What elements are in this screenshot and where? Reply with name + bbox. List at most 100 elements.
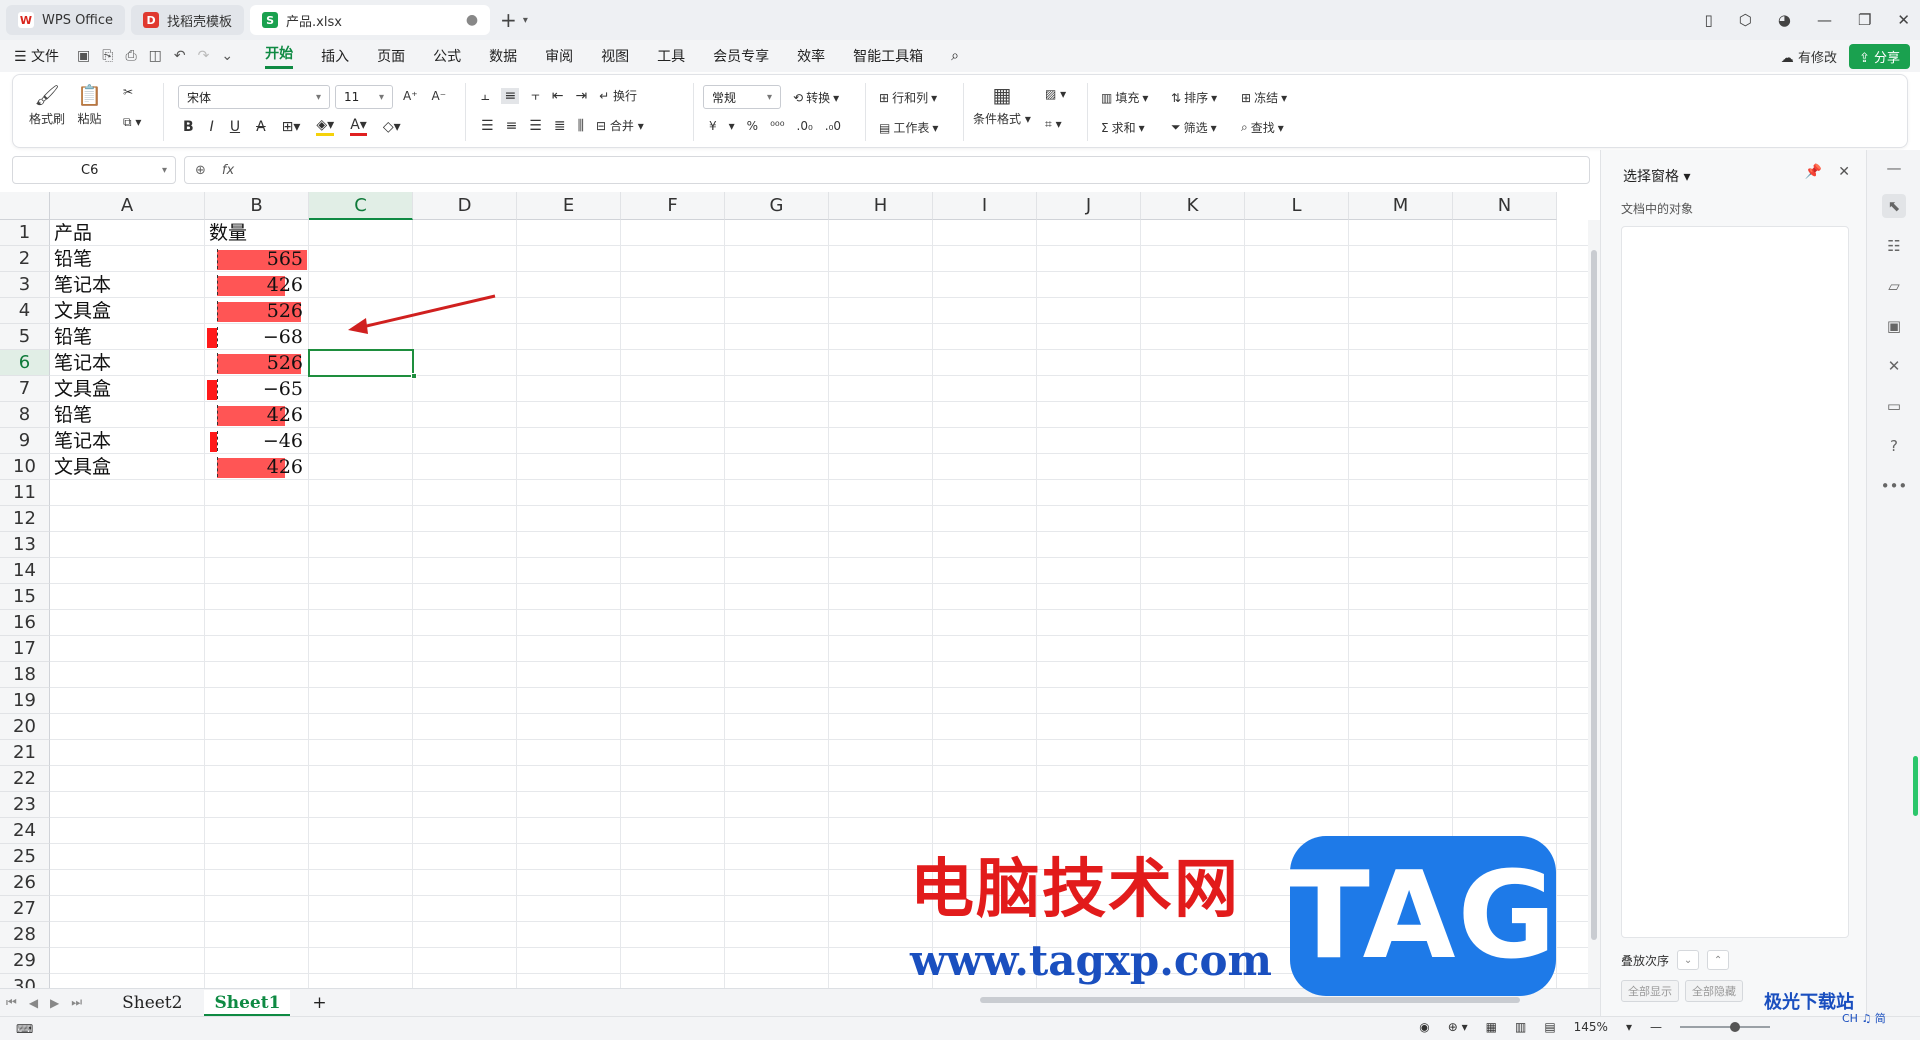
cell-b4[interactable]: 526: [207, 298, 303, 324]
pane-title[interactable]: 选择窗格 ▾: [1623, 166, 1690, 186]
cursor-select-icon[interactable]: ⬉: [1882, 194, 1906, 218]
row-header-10[interactable]: 10: [0, 454, 50, 480]
menu-formula[interactable]: 公式: [433, 46, 461, 66]
cell-b3[interactable]: 426: [207, 272, 303, 298]
cube-icon[interactable]: ⬡: [1739, 11, 1752, 29]
font-color-icon[interactable]: A▾: [350, 117, 367, 136]
find-button[interactable]: ⌕ 查找 ▾: [1241, 119, 1284, 136]
row-header-7[interactable]: 7: [0, 376, 50, 402]
tab-docer[interactable]: D 找稻壳模板: [131, 5, 245, 35]
row-header-22[interactable]: 22: [0, 766, 50, 792]
eye-protection-icon[interactable]: ◉: [1419, 1020, 1429, 1034]
search-icon[interactable]: ⌕: [951, 48, 959, 64]
menu-insert[interactable]: 插入: [321, 46, 349, 66]
new-tab-button[interactable]: +: [500, 8, 517, 32]
chevron-down-icon[interactable]: ▾: [729, 119, 735, 133]
row-header-6[interactable]: 6: [0, 350, 50, 376]
prev-sheet-icon[interactable]: ◀: [29, 996, 38, 1010]
menu-file[interactable]: ☰ 文件: [14, 46, 59, 66]
scroll-thumb[interactable]: [980, 997, 1520, 1003]
row-header-21[interactable]: 21: [0, 740, 50, 766]
distribute-icon[interactable]: ⫼: [578, 118, 584, 134]
comment-icon[interactable]: ▱: [1882, 274, 1906, 298]
menu-page[interactable]: 页面: [377, 46, 405, 66]
row-header-4[interactable]: 4: [0, 298, 50, 324]
bold-icon[interactable]: B: [183, 119, 194, 135]
format-painter-button[interactable]: 🖌 格式刷: [29, 83, 65, 127]
book-icon[interactable]: ▭: [1882, 394, 1906, 418]
menu-home[interactable]: 开始: [265, 43, 294, 69]
undo-icon[interactable]: ↶: [174, 48, 186, 64]
column-header-g[interactable]: G: [725, 192, 829, 220]
underline-icon[interactable]: U: [230, 119, 240, 135]
column-header-i[interactable]: I: [933, 192, 1037, 220]
cell-a10[interactable]: 文具盒: [54, 454, 111, 480]
layout-icon[interactable]: ▯: [1705, 11, 1713, 29]
increase-decimal-icon[interactable]: .0₀: [797, 119, 813, 133]
percent-icon[interactable]: %: [747, 119, 758, 133]
menu-efficiency[interactable]: 效率: [797, 46, 825, 66]
row-header-25[interactable]: 25: [0, 844, 50, 870]
chevron-down-icon[interactable]: ▾: [523, 15, 528, 26]
cell-b7[interactable]: −65: [207, 376, 303, 402]
next-sheet-icon[interactable]: ▶: [50, 996, 59, 1010]
eraser-icon[interactable]: ◇▾: [383, 119, 401, 135]
copy-button[interactable]: ⧉ ▾: [123, 115, 141, 130]
column-header-j[interactable]: J: [1037, 192, 1141, 220]
convert-button[interactable]: ⟲ 转换 ▾: [793, 89, 839, 106]
menu-tools[interactable]: 工具: [657, 46, 685, 66]
cell-a4[interactable]: 文具盒: [54, 298, 111, 324]
page-break-icon[interactable]: ▤: [1544, 1020, 1555, 1034]
align-top-icon[interactable]: ⫠: [481, 88, 489, 104]
cell-a5[interactable]: 铅笔: [54, 324, 92, 350]
help-icon[interactable]: ?: [1882, 434, 1906, 458]
move-up-icon[interactable]: ⌃: [1707, 950, 1730, 970]
cell-border-button[interactable]: ⌗ ▾: [1045, 117, 1062, 132]
print-icon[interactable]: ⎙: [125, 48, 136, 64]
column-header-b[interactable]: B: [205, 192, 309, 220]
border-icon[interactable]: ⊞▾: [282, 119, 301, 135]
justify-icon[interactable]: ≣: [554, 118, 566, 134]
page-layout-icon[interactable]: ▥: [1515, 1020, 1526, 1034]
menu-review[interactable]: 审阅: [545, 46, 573, 66]
chevron-down-icon[interactable]: ▾: [1626, 1020, 1632, 1034]
cell-b8[interactable]: 426: [207, 402, 303, 428]
zoom-out-icon[interactable]: —: [1650, 1020, 1662, 1034]
scroll-thumb[interactable]: [1591, 250, 1597, 940]
normal-view-icon[interactable]: ▦: [1486, 1020, 1497, 1034]
move-down-icon[interactable]: ⌄: [1677, 950, 1700, 970]
indent-icon[interactable]: ⇥: [575, 88, 587, 104]
share-button[interactable]: ⇪ 分享: [1848, 44, 1910, 69]
row-header-29[interactable]: 29: [0, 948, 50, 974]
show-all-button[interactable]: 全部显示: [1621, 980, 1679, 1002]
row-header-28[interactable]: 28: [0, 922, 50, 948]
sheet-tab-sheet1[interactable]: Sheet1: [204, 989, 291, 1016]
currency-icon[interactable]: ¥: [709, 119, 717, 133]
column-header-d[interactable]: D: [413, 192, 517, 220]
last-sheet-icon[interactable]: ⏭: [71, 995, 82, 1010]
row-header-27[interactable]: 27: [0, 896, 50, 922]
select-all-corner[interactable]: [0, 192, 50, 220]
cell-a8[interactable]: 铅笔: [54, 402, 92, 428]
horizontal-scrollbar[interactable]: [960, 997, 1580, 1005]
zoom-slider[interactable]: [1680, 1022, 1770, 1032]
tools-icon[interactable]: ✕: [1882, 354, 1906, 378]
decrease-decimal-icon[interactable]: .₀0: [825, 119, 841, 133]
minimize-icon[interactable]: —: [1817, 11, 1832, 29]
conditional-format-button[interactable]: ▦ 条件格式 ▾: [973, 83, 1031, 127]
row-header-16[interactable]: 16: [0, 610, 50, 636]
cell-a7[interactable]: 文具盒: [54, 376, 111, 402]
font-name-select[interactable]: 宋体 ▾: [178, 85, 330, 109]
hide-all-button[interactable]: 全部隐藏: [1685, 980, 1743, 1002]
minimize-pane-icon[interactable]: —: [1882, 156, 1906, 180]
align-center-icon[interactable]: ≡: [506, 118, 518, 134]
macro-icon[interactable]: ⌨: [16, 1022, 33, 1036]
number-format-select[interactable]: 常规 ▾: [703, 85, 781, 109]
row-header-14[interactable]: 14: [0, 558, 50, 584]
column-header-n[interactable]: N: [1453, 192, 1557, 220]
name-box[interactable]: C6 ▾: [12, 156, 176, 184]
cell-b6[interactable]: 526: [207, 350, 303, 376]
cell-b10[interactable]: 426: [207, 454, 303, 480]
save-icon[interactable]: ▣: [77, 48, 90, 64]
cell-a1[interactable]: 产品: [54, 220, 92, 246]
